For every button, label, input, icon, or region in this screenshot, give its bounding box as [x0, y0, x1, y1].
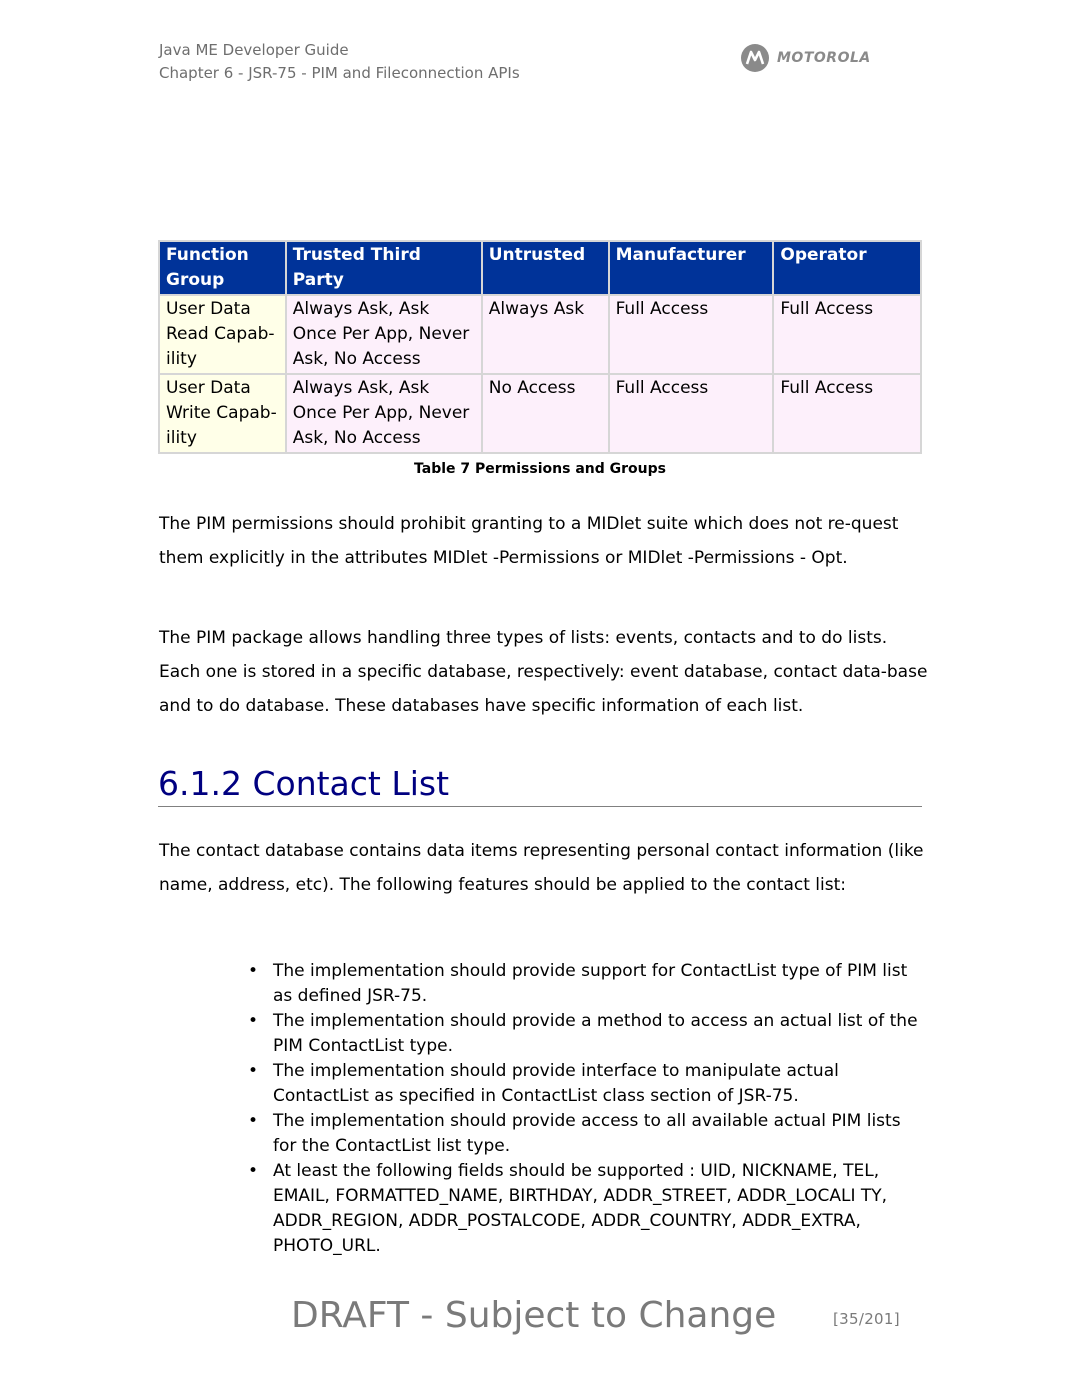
- motorola-logo: MOTOROLA: [741, 44, 871, 72]
- col-operator: Operator: [772, 240, 922, 296]
- paragraph-permissions: The PIM permissions should prohibit gran…: [159, 514, 899, 568]
- list-item: • The implementation should provide acces…: [248, 1109, 928, 1159]
- running-header: Java ME Developer Guide Chapter 6 - JSR-…: [159, 39, 520, 85]
- section-heading: 6.1.2 Contact List: [158, 762, 922, 807]
- list-item: • The implementation should provide inter…: [248, 1059, 928, 1109]
- list-item: • The implementation should provide a met…: [248, 1009, 928, 1059]
- doc-title: Java ME Developer Guide: [159, 41, 349, 59]
- col-untrusted: Untrusted: [480, 240, 610, 296]
- list-item: • At least the following fields should be…: [248, 1159, 928, 1259]
- cell-function-group: User Data Write Capab-ility: [158, 373, 287, 454]
- feature-list: • The implementation should provide suppo…: [248, 959, 928, 1259]
- paragraph-pim-package: The PIM package allows handling three ty…: [159, 628, 928, 716]
- list-item-text: The implementation should provide interf…: [273, 1061, 839, 1106]
- bullet-icon: •: [248, 1161, 259, 1181]
- table-caption: Table 7 Permissions and Groups: [414, 461, 666, 477]
- list-item-text: The implementation should provide suppor…: [273, 961, 908, 1006]
- bullet-icon: •: [248, 961, 259, 981]
- cell-manufacturer: Full Access: [607, 294, 775, 375]
- draft-notice: DRAFT - Subject to Change: [291, 1295, 777, 1336]
- list-item-text: The implementation should provide a meth…: [273, 1011, 918, 1056]
- list-item: • The implementation should provide suppo…: [248, 959, 928, 1009]
- table-header-row: Function Group Trusted Third Party Untru…: [158, 240, 922, 296]
- list-item-text: The implementation should provide access…: [273, 1111, 901, 1156]
- logo-wordmark: MOTOROLA: [777, 50, 871, 66]
- cell-manufacturer: Full Access: [607, 373, 775, 454]
- cell-function-group: User Data Read Capab-ility: [158, 294, 287, 375]
- bullet-icon: •: [248, 1111, 259, 1131]
- motorola-batwing-icon: [741, 44, 769, 72]
- cell-untrusted: No Access: [480, 373, 610, 454]
- list-item-text: At least the following fields should be …: [273, 1161, 888, 1256]
- table-row: User Data Write Capab-ility Always Ask, …: [158, 373, 922, 454]
- table-row: User Data Read Capab-ility Always Ask, A…: [158, 294, 922, 375]
- cell-trusted-third-party: Always Ask, Ask Once Per App, Never Ask,…: [284, 373, 483, 454]
- chapter-title: Chapter 6 - JSR-75 - PIM and Fileconnect…: [159, 64, 520, 82]
- paragraph-contact-intro: The contact database contains data items…: [159, 841, 924, 895]
- cell-untrusted: Always Ask: [480, 294, 610, 375]
- permissions-table: Function Group Trusted Third Party Untru…: [158, 240, 922, 454]
- cell-operator: Full Access: [772, 294, 922, 375]
- col-manufacturer: Manufacturer: [607, 240, 775, 296]
- cell-trusted-third-party: Always Ask, Ask Once Per App, Never Ask,…: [284, 294, 483, 375]
- page-number: [35/201]: [833, 1310, 900, 1328]
- bullet-icon: •: [248, 1061, 259, 1081]
- col-function-group: Function Group: [158, 240, 287, 296]
- bullet-icon: •: [248, 1011, 259, 1031]
- cell-operator: Full Access: [772, 373, 922, 454]
- col-trusted-third-party: Trusted Third Party: [284, 240, 483, 296]
